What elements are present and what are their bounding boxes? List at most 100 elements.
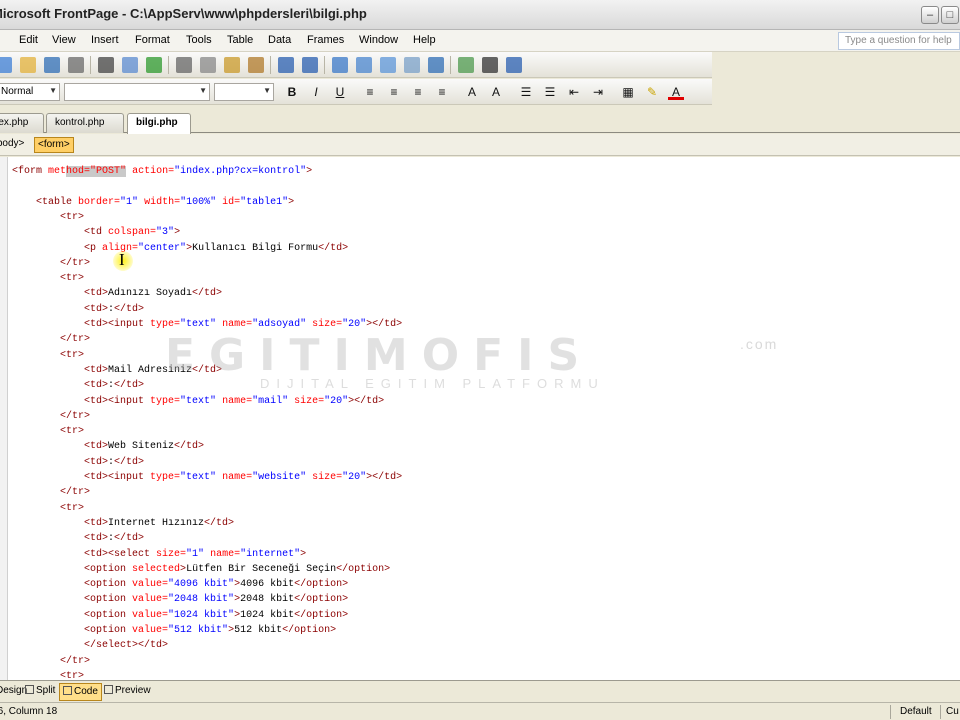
code-line[interactable]: <tr>: [12, 424, 84, 439]
code-line[interactable]: <table border="1" width="100%" id="table…: [12, 195, 294, 210]
increase-indent-icon[interactable]: ⇥: [590, 84, 606, 100]
code-line[interactable]: </tr>: [12, 256, 90, 271]
code-line[interactable]: <p align="center">Kullanıcı Bilgi Formu<…: [12, 241, 348, 256]
font-dropdown[interactable]: ▼: [64, 83, 210, 101]
code-token: <td>: [84, 303, 109, 315]
menu-window[interactable]: Window: [359, 34, 398, 46]
code-line[interactable]: <option selected>Lütfen Bir Seceneği Seç…: [12, 562, 390, 577]
code-line[interactable]: <tr>: [12, 210, 84, 225]
code-token: "center": [138, 242, 187, 254]
code-line[interactable]: <td>:</td>: [12, 378, 144, 393]
code-line[interactable]: </select></td>: [12, 638, 168, 653]
code-line[interactable]: <tr>: [12, 271, 84, 286]
preview-icon[interactable]: [122, 57, 138, 73]
menu-table[interactable]: Table: [227, 34, 253, 46]
minimize-button[interactable]: –: [921, 6, 939, 24]
code-line[interactable]: <tr>: [12, 348, 84, 363]
code-line[interactable]: <form method="POST" action="index.php?cx…: [12, 164, 312, 179]
tag-body[interactable]: <body>: [0, 137, 27, 153]
view-tab-code[interactable]: Code: [59, 683, 102, 701]
code-editor[interactable]: <form method="POST" action="index.php?cx…: [0, 157, 960, 680]
font-color-icon[interactable]: A: [668, 84, 684, 100]
numbering-icon[interactable]: ☰: [518, 84, 534, 100]
code-line[interactable]: </tr>: [12, 409, 90, 424]
code-line[interactable]: <td>:</td>: [12, 302, 144, 317]
code-line[interactable]: <td colspan="3">: [12, 225, 180, 240]
style-dropdown[interactable]: Normal ▼: [0, 83, 60, 101]
drawing-icon[interactable]: [404, 57, 420, 73]
menu-tools[interactable]: Tools: [186, 34, 212, 46]
code-line[interactable]: <td><select size="1" name="internet">: [12, 547, 306, 562]
open-icon[interactable]: [20, 57, 36, 73]
show-all-icon[interactable]: [482, 57, 498, 73]
format-painter-icon[interactable]: [248, 57, 264, 73]
new-page-icon[interactable]: [0, 57, 12, 73]
cut-icon[interactable]: [176, 57, 192, 73]
spelling-icon[interactable]: [146, 57, 162, 73]
tag-form[interactable]: <form>: [34, 137, 74, 153]
code-line[interactable]: <option value="4096 kbit">4096 kbit</opt…: [12, 577, 348, 592]
code-line[interactable]: <tr>: [12, 501, 84, 516]
code-line[interactable]: <td><input type="text" name="website" si…: [12, 470, 402, 485]
justify-icon[interactable]: ≡: [434, 84, 450, 100]
code-line[interactable]: <option value="512 kbit">512 kbit</optio…: [12, 623, 336, 638]
publish-icon[interactable]: [68, 57, 84, 73]
code-line[interactable]: <td>Web Siteniz</td>: [12, 439, 204, 454]
code-line[interactable]: <td><input type="text" name="mail" size=…: [12, 394, 384, 409]
align-right-icon[interactable]: ≡: [410, 84, 426, 100]
decrease-indent-icon[interactable]: ⇤: [566, 84, 582, 100]
insert-table-icon[interactable]: [356, 57, 372, 73]
tab-kontrol-php[interactable]: kontrol.php: [46, 113, 124, 133]
insert-layer-icon[interactable]: [332, 57, 348, 73]
menu-edit[interactable]: Edit: [19, 34, 38, 46]
menu-help[interactable]: Help: [413, 34, 436, 46]
decrease-font-icon[interactable]: A: [488, 84, 504, 100]
menu-frames[interactable]: Frames: [307, 34, 344, 46]
view-tab-split[interactable]: Split: [22, 683, 58, 701]
bold-icon[interactable]: B: [284, 84, 300, 100]
code-token: "text": [180, 319, 217, 330]
code-line[interactable]: <td><input type="text" name="adsoyad" si…: [12, 317, 402, 332]
increase-font-icon[interactable]: A: [464, 84, 480, 100]
code-line[interactable]: </tr>: [12, 332, 90, 347]
code-line[interactable]: <td>Internet Hızınız</td>: [12, 516, 234, 531]
menu-data[interactable]: Data: [268, 34, 291, 46]
align-center-icon[interactable]: ≡: [386, 84, 402, 100]
help-icon[interactable]: [506, 57, 522, 73]
italic-icon[interactable]: I: [308, 84, 324, 100]
menu-view[interactable]: View: [52, 34, 76, 46]
menu-format[interactable]: Format: [135, 34, 170, 46]
code-token: "mail": [252, 395, 289, 407]
menu-insert[interactable]: Insert: [91, 34, 119, 46]
save-icon[interactable]: [44, 57, 60, 73]
code-line[interactable]: <td>Mail Adresiniz</td>: [12, 363, 222, 378]
paste-icon[interactable]: [224, 57, 240, 73]
tab-index-php[interactable]: index.php: [0, 113, 44, 133]
refresh-icon[interactable]: [458, 57, 474, 73]
print-icon[interactable]: [98, 57, 114, 73]
code-line[interactable]: <option value="1024 kbit">1024 kbit</opt…: [12, 608, 348, 623]
align-left-icon[interactable]: ≡: [362, 84, 378, 100]
copy-icon[interactable]: [200, 57, 216, 73]
tab-bilgi-php[interactable]: bilgi.php: [127, 113, 191, 134]
border-icon[interactable]: ▦: [620, 84, 636, 100]
code-line[interactable]: </tr>: [12, 485, 90, 500]
insert-picture-icon[interactable]: [380, 57, 396, 73]
bullets-icon[interactable]: ☰: [542, 84, 558, 100]
code-line[interactable]: </tr>: [12, 654, 90, 669]
hyperlink-icon[interactable]: [428, 57, 444, 73]
size-dropdown[interactable]: ▼: [214, 83, 274, 101]
code-token: 512 kbit: [234, 625, 283, 636]
code-line[interactable]: <option value="2048 kbit">2048 kbit</opt…: [12, 592, 348, 607]
view-tab-preview[interactable]: Preview: [101, 683, 154, 701]
underline-icon[interactable]: U: [332, 84, 348, 100]
undo-icon[interactable]: [278, 57, 294, 73]
help-search-input[interactable]: Type a question for help: [838, 32, 960, 50]
code-line[interactable]: <tr>: [12, 669, 84, 680]
code-line[interactable]: <td>:</td>: [12, 455, 144, 470]
code-line[interactable]: <td>Adınızı Soyadı</td>: [12, 286, 222, 301]
highlight-icon[interactable]: ✎: [644, 84, 660, 100]
code-line[interactable]: <td>:</td>: [12, 531, 144, 546]
redo-icon[interactable]: [302, 57, 318, 73]
maximize-button[interactable]: □: [941, 6, 959, 24]
